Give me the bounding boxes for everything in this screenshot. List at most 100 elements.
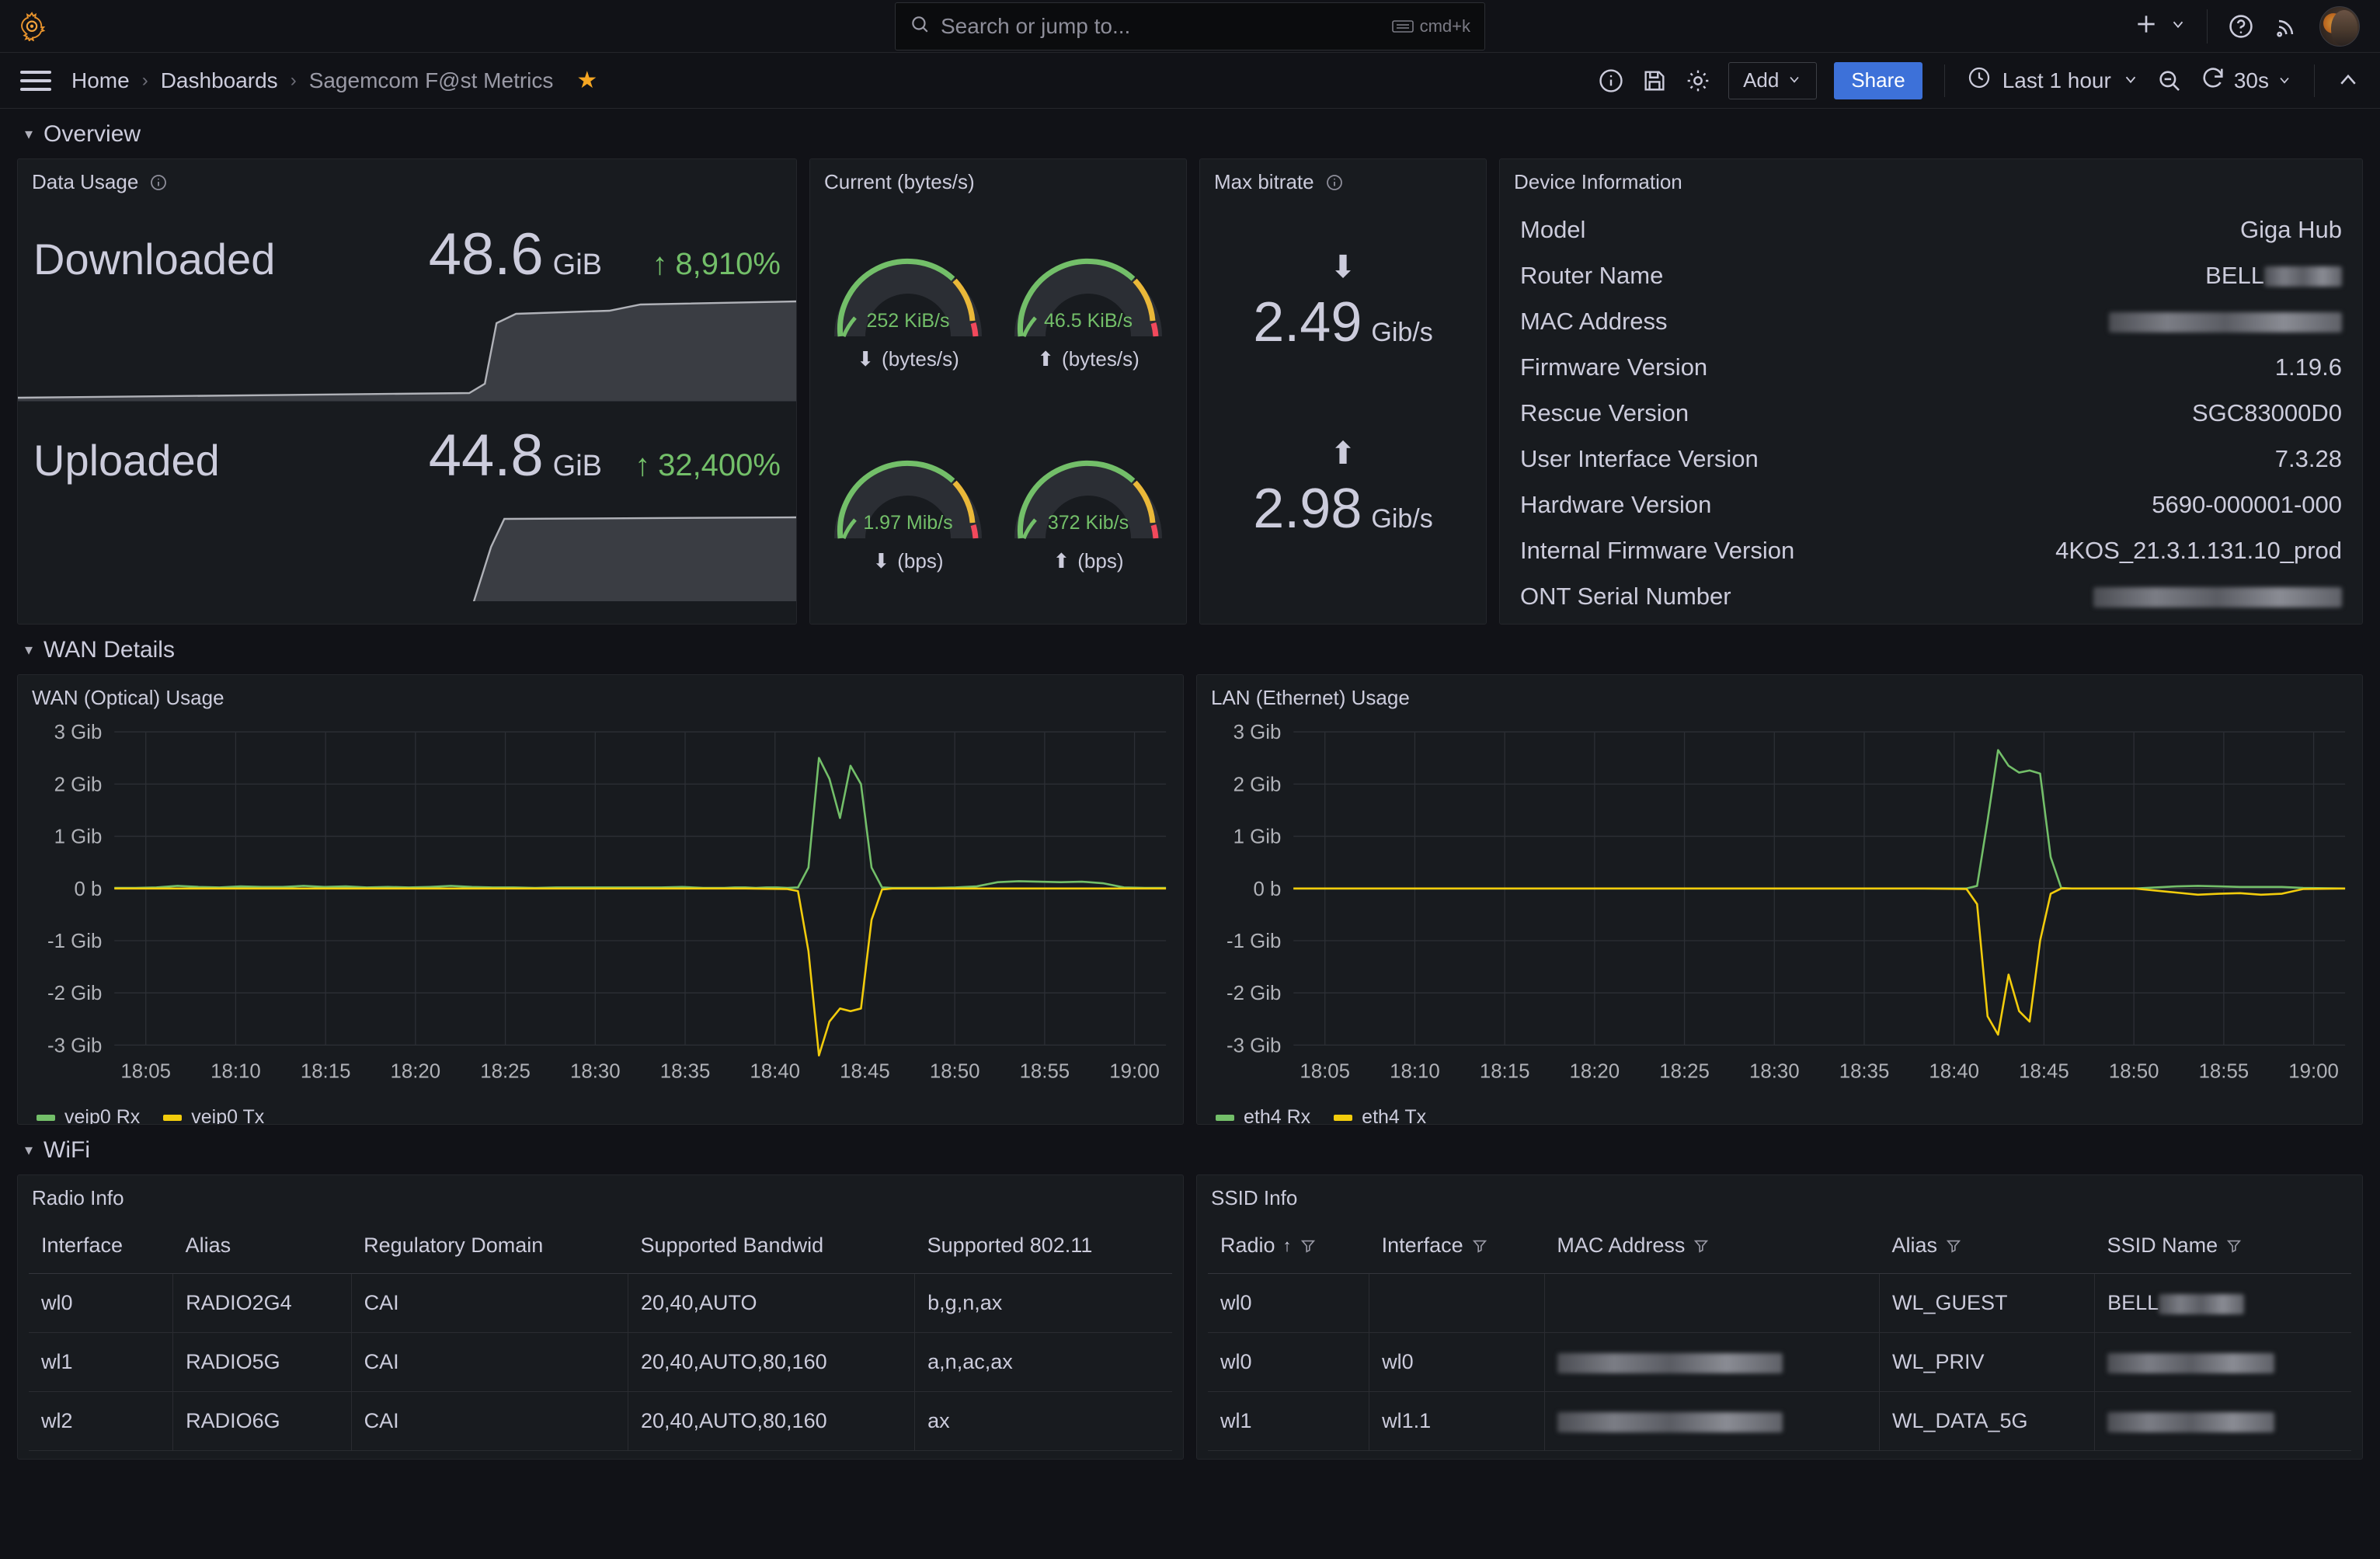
gauge-value: 46.5 KiB/s [1044,310,1133,332]
legend-item[interactable]: veip0 Tx [163,1106,264,1124]
section-header-overview[interactable]: ▾ Overview [17,109,2363,158]
zoom-out-icon[interactable] [2156,68,2183,94]
grafana-logo-icon[interactable] [17,11,47,42]
device-info-row: Model Giga Hub [1520,207,2342,252]
device-info-value: 5690-000001-000 [2152,490,2342,518]
gauge-arc: 46.5 KiB/s [1014,258,1162,337]
panel-title: SSID Info [1197,1175,2362,1210]
stat-uploaded[interactable]: Uploaded 44.8 GiB ↑ 32,400% [18,401,796,601]
timeseries-chart: 3 Gib 2 Gib 1 Gib 0 b -1 Gib -2 Gib -3 Gib 18:0… [1227,720,2346,1083]
breadcrumb-item-home[interactable]: Home [71,68,130,93]
max-bitrate-download[interactable]: ⬇ 2.49 Gib/s [1200,252,1486,354]
column-header[interactable]: Radio ↑ [1208,1216,1369,1274]
filter-icon[interactable] [1471,1237,1488,1255]
device-info-row: MAC Address [1520,298,2342,344]
column-header-label: Alias [1891,1234,1938,1257]
section-header-wifi[interactable]: ▾ WiFi [17,1125,2363,1174]
x-axis-tick-label: 19:00 [2288,1060,2339,1083]
share-button[interactable]: Share [1834,61,1922,99]
table-cell: wl1 [29,1332,174,1392]
filter-icon[interactable] [2225,1237,2243,1255]
new-button[interactable] [2134,12,2187,40]
series-line [1293,749,2346,890]
stat-value: 44.8 [428,423,544,489]
column-header[interactable]: Regulatory Domain [351,1216,628,1274]
table-cell: RADIO2G4 [172,1273,352,1333]
info-circle-icon[interactable] [149,173,168,192]
user-avatar[interactable] [2319,5,2360,47]
search-input[interactable]: Search or jump to... cmd+k [895,2,1485,50]
save-disk-icon[interactable] [1641,68,1668,94]
x-axis-tick-label: 18:50 [930,1060,980,1083]
gauge-upload-bps[interactable]: 372 Kib/s ⬆ (bps) [998,407,1178,609]
legend-item[interactable]: veip0 Rx [37,1106,140,1124]
section-header-wan-details[interactable]: ▾ WAN Details [17,625,2363,674]
x-axis-tick-label: 18:50 [2109,1060,2159,1083]
gauge-download-bps[interactable]: 1.97 Mib/s ⬇ (bps) [818,407,998,609]
column-header[interactable]: MAC Address [1544,1216,1880,1274]
table-scroll-area[interactable]: Interface Alias Regulatory Domain Supported… [18,1210,1183,1453]
device-info-key: Hardware Version [1520,490,1712,518]
chart-plot-area[interactable]: 3 Gib 2 Gib 1 Gib 0 b -1 Gib -2 Gib -3 Gib 18:0… [18,710,1183,1106]
stat-downloaded[interactable]: Downloaded 48.6 GiB ↑ 8,910% [18,200,796,401]
breadcrumb-separator: › [290,69,297,91]
info-circle-icon[interactable] [1325,173,1344,192]
table-cell-mac-address [1544,1273,1881,1333]
device-info-row: ONT Serial Number [1520,573,2342,619]
filter-icon[interactable] [1693,1237,1710,1255]
max-bitrate-upload[interactable]: ⬆ 2.98 Gib/s [1200,438,1486,541]
time-range-picker[interactable]: Last 1 hour [1967,65,2139,96]
sparkline-uploaded [18,516,796,601]
star-filled-icon[interactable]: ★ [576,67,597,94]
stat-value: 48.6 [428,221,544,287]
x-axis-tick-label: 18:30 [1749,1060,1800,1083]
column-header[interactable]: Interface [29,1216,173,1274]
sort-ascending-icon[interactable]: ↑ [1283,1236,1292,1256]
chevron-down-icon [1787,68,1802,92]
breadcrumb-item-current[interactable]: Sagemcom F@st Metrics [309,68,554,93]
table-cell: CAI [351,1332,628,1392]
table-row: wl2 RADIO6G CAI 20,40,AUTO,80,160 ax [29,1391,1172,1451]
help-circle-icon[interactable] [2228,13,2254,40]
table-row: wl0 wl0 WL_PRIV [1208,1332,2351,1392]
x-axis-tick-label: 18:40 [750,1060,800,1083]
column-header-label: Radio [1220,1234,1275,1257]
y-axis-tick-label: -1 Gib [1227,929,1281,952]
legend-item[interactable]: eth4 Tx [1334,1106,1426,1124]
refresh-interval-picker[interactable]: 30s [2200,64,2292,96]
device-info-row: Rescue Version SGC83000D0 [1520,390,2342,436]
series-line [114,757,1167,889]
breadcrumb-item-dashboards[interactable]: Dashboards [161,68,278,93]
gauge-upload-bytes[interactable]: 46.5 KiB/s ⬆ (bytes/s) [998,205,1178,407]
table-cell-ssid-name [2094,1332,2351,1392]
column-header[interactable]: Alias [172,1216,352,1274]
device-info-key: Internal Firmware Version [1520,536,1795,564]
rss-icon[interactable] [2274,14,2299,39]
chart-plot-area[interactable]: 3 Gib 2 Gib 1 Gib 0 b -1 Gib -2 Gib -3 Gib 18:0… [1197,710,2362,1106]
gear-icon[interactable] [1685,68,1711,94]
refresh-icon[interactable] [2200,64,2226,96]
info-circle-icon[interactable] [1598,68,1624,94]
global-search[interactable]: Search or jump to... cmd+k [895,2,1485,50]
column-header[interactable]: Alias [1879,1216,2095,1274]
column-header[interactable]: SSID Name [2094,1216,2351,1274]
add-button[interactable]: Add [1728,61,1818,99]
search-shortcut-hint: cmd+k [1391,16,1470,37]
table-cell: wl0 [29,1273,174,1333]
y-axis-tick-label: 1 Gib [54,824,103,847]
panel-title-text: SSID Info [1211,1186,1298,1209]
table-scroll-area[interactable]: Radio ↑ Interface MAC Address Alias SSID Name… [1197,1210,2362,1453]
gauge-download-bytes[interactable]: 252 KiB/s ⬇ (bytes/s) [818,205,998,407]
x-axis-tick-label: 18:05 [120,1060,171,1083]
hamburger-menu-icon[interactable] [20,65,51,96]
filter-icon[interactable] [1300,1237,1317,1255]
table-cell-radio: wl0 [1208,1332,1370,1392]
legend-item[interactable]: eth4 Rx [1216,1106,1310,1124]
column-header[interactable]: Interface [1369,1216,1545,1274]
panel-title-text: Current (bytes/s) [824,170,975,193]
column-header[interactable]: Supported 802.11 [914,1216,1172,1274]
stat-name: Uploaded [33,436,220,485]
filter-icon[interactable] [1945,1237,1962,1255]
chevron-up-icon[interactable] [2337,69,2360,92]
column-header[interactable]: Supported Bandwid [628,1216,915,1274]
